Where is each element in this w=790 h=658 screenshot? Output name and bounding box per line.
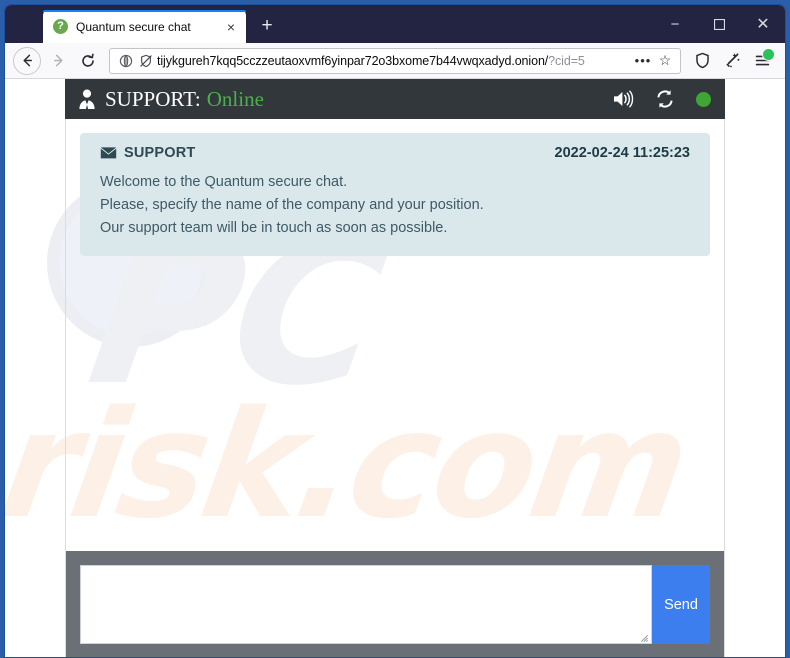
chat-header-title: SUPPORT:	[105, 86, 201, 111]
back-icon[interactable]	[13, 46, 41, 75]
address-bar-text: tijykgureh7kqq5cczzeutaoxvmf6yinpar72o3b…	[157, 53, 585, 68]
support-chat-widget: SUPPORT: Online SUPPORT 2022-02-24 11:25…	[65, 79, 725, 657]
online-status-dot	[696, 91, 711, 107]
support-agent-icon	[77, 88, 97, 110]
shield-icon[interactable]	[687, 47, 717, 75]
chat-message-timestamp: 2022-02-24 11:25:23	[554, 145, 690, 161]
address-bar[interactable]: tijykgureh7kqq5cczzeutaoxvmf6yinpar72o3b…	[109, 47, 681, 74]
chat-input-wrapper[interactable]	[80, 565, 652, 644]
chat-composer: Send	[65, 551, 725, 657]
message-input[interactable]	[81, 566, 651, 643]
page-viewport: PC risk.com SUPPORT: Online SUPPORT 2022…	[5, 79, 785, 657]
new-tab-button[interactable]: +	[252, 11, 282, 41]
resize-grip-icon[interactable]	[638, 630, 649, 642]
tab-strip: ? Quantum secure chat × + − ✕	[5, 5, 785, 43]
refresh-icon[interactable]	[652, 86, 678, 112]
pocket-wand-icon[interactable]	[717, 47, 747, 75]
reload-icon[interactable]	[73, 47, 103, 75]
chat-message-line: Please, specify the name of the company …	[100, 197, 484, 213]
chat-message-header: SUPPORT 2022-02-24 11:25:23	[100, 145, 690, 161]
tab-favicon-icon: ?	[53, 19, 68, 34]
close-window-button[interactable]: ✕	[741, 5, 785, 43]
tracking-shield-slash-icon[interactable]	[137, 52, 154, 69]
tab-close-icon[interactable]: ×	[222, 18, 240, 36]
onion-identity-icon[interactable]	[117, 52, 134, 69]
app-menu-icon[interactable]	[747, 47, 777, 75]
navigation-toolbar: tijykgureh7kqq5cczzeutaoxvmf6yinpar72o3b…	[5, 43, 785, 79]
chat-message-line: Our support team will be in touch as soo…	[100, 220, 448, 236]
tab-title: Quantum secure chat	[76, 19, 191, 34]
window-controls: − ✕	[653, 5, 785, 43]
chat-message-list[interactable]: SUPPORT 2022-02-24 11:25:23 Welcome to t…	[65, 119, 725, 551]
forward-icon[interactable]	[43, 47, 73, 75]
update-badge	[762, 47, 775, 61]
chat-header: SUPPORT: Online	[65, 79, 725, 119]
page-content: PC risk.com SUPPORT: Online SUPPORT 2022…	[5, 79, 725, 657]
bookmark-star-icon[interactable]: ☆	[654, 52, 676, 69]
speaker-icon[interactable]	[610, 86, 636, 112]
chat-header-status: Online	[206, 86, 264, 111]
screenshot-root: ? Quantum secure chat × + − ✕ tijykgureh…	[0, 0, 790, 658]
chat-message: SUPPORT 2022-02-24 11:25:23 Welcome to t…	[80, 133, 710, 256]
envelope-icon	[100, 146, 117, 160]
chat-message-line: Welcome to the Quantum secure chat.	[100, 174, 348, 190]
minimize-button[interactable]: −	[653, 5, 697, 43]
browser-window: ? Quantum secure chat × + − ✕ tijykgureh…	[4, 4, 786, 658]
chat-message-sender: SUPPORT	[124, 145, 196, 161]
page-actions-icon[interactable]: •••	[632, 53, 654, 68]
send-button[interactable]: Send	[652, 565, 710, 644]
browser-tab-quantum-secure-chat[interactable]: ? Quantum secure chat ×	[43, 10, 246, 43]
maximize-button[interactable]	[697, 5, 741, 43]
